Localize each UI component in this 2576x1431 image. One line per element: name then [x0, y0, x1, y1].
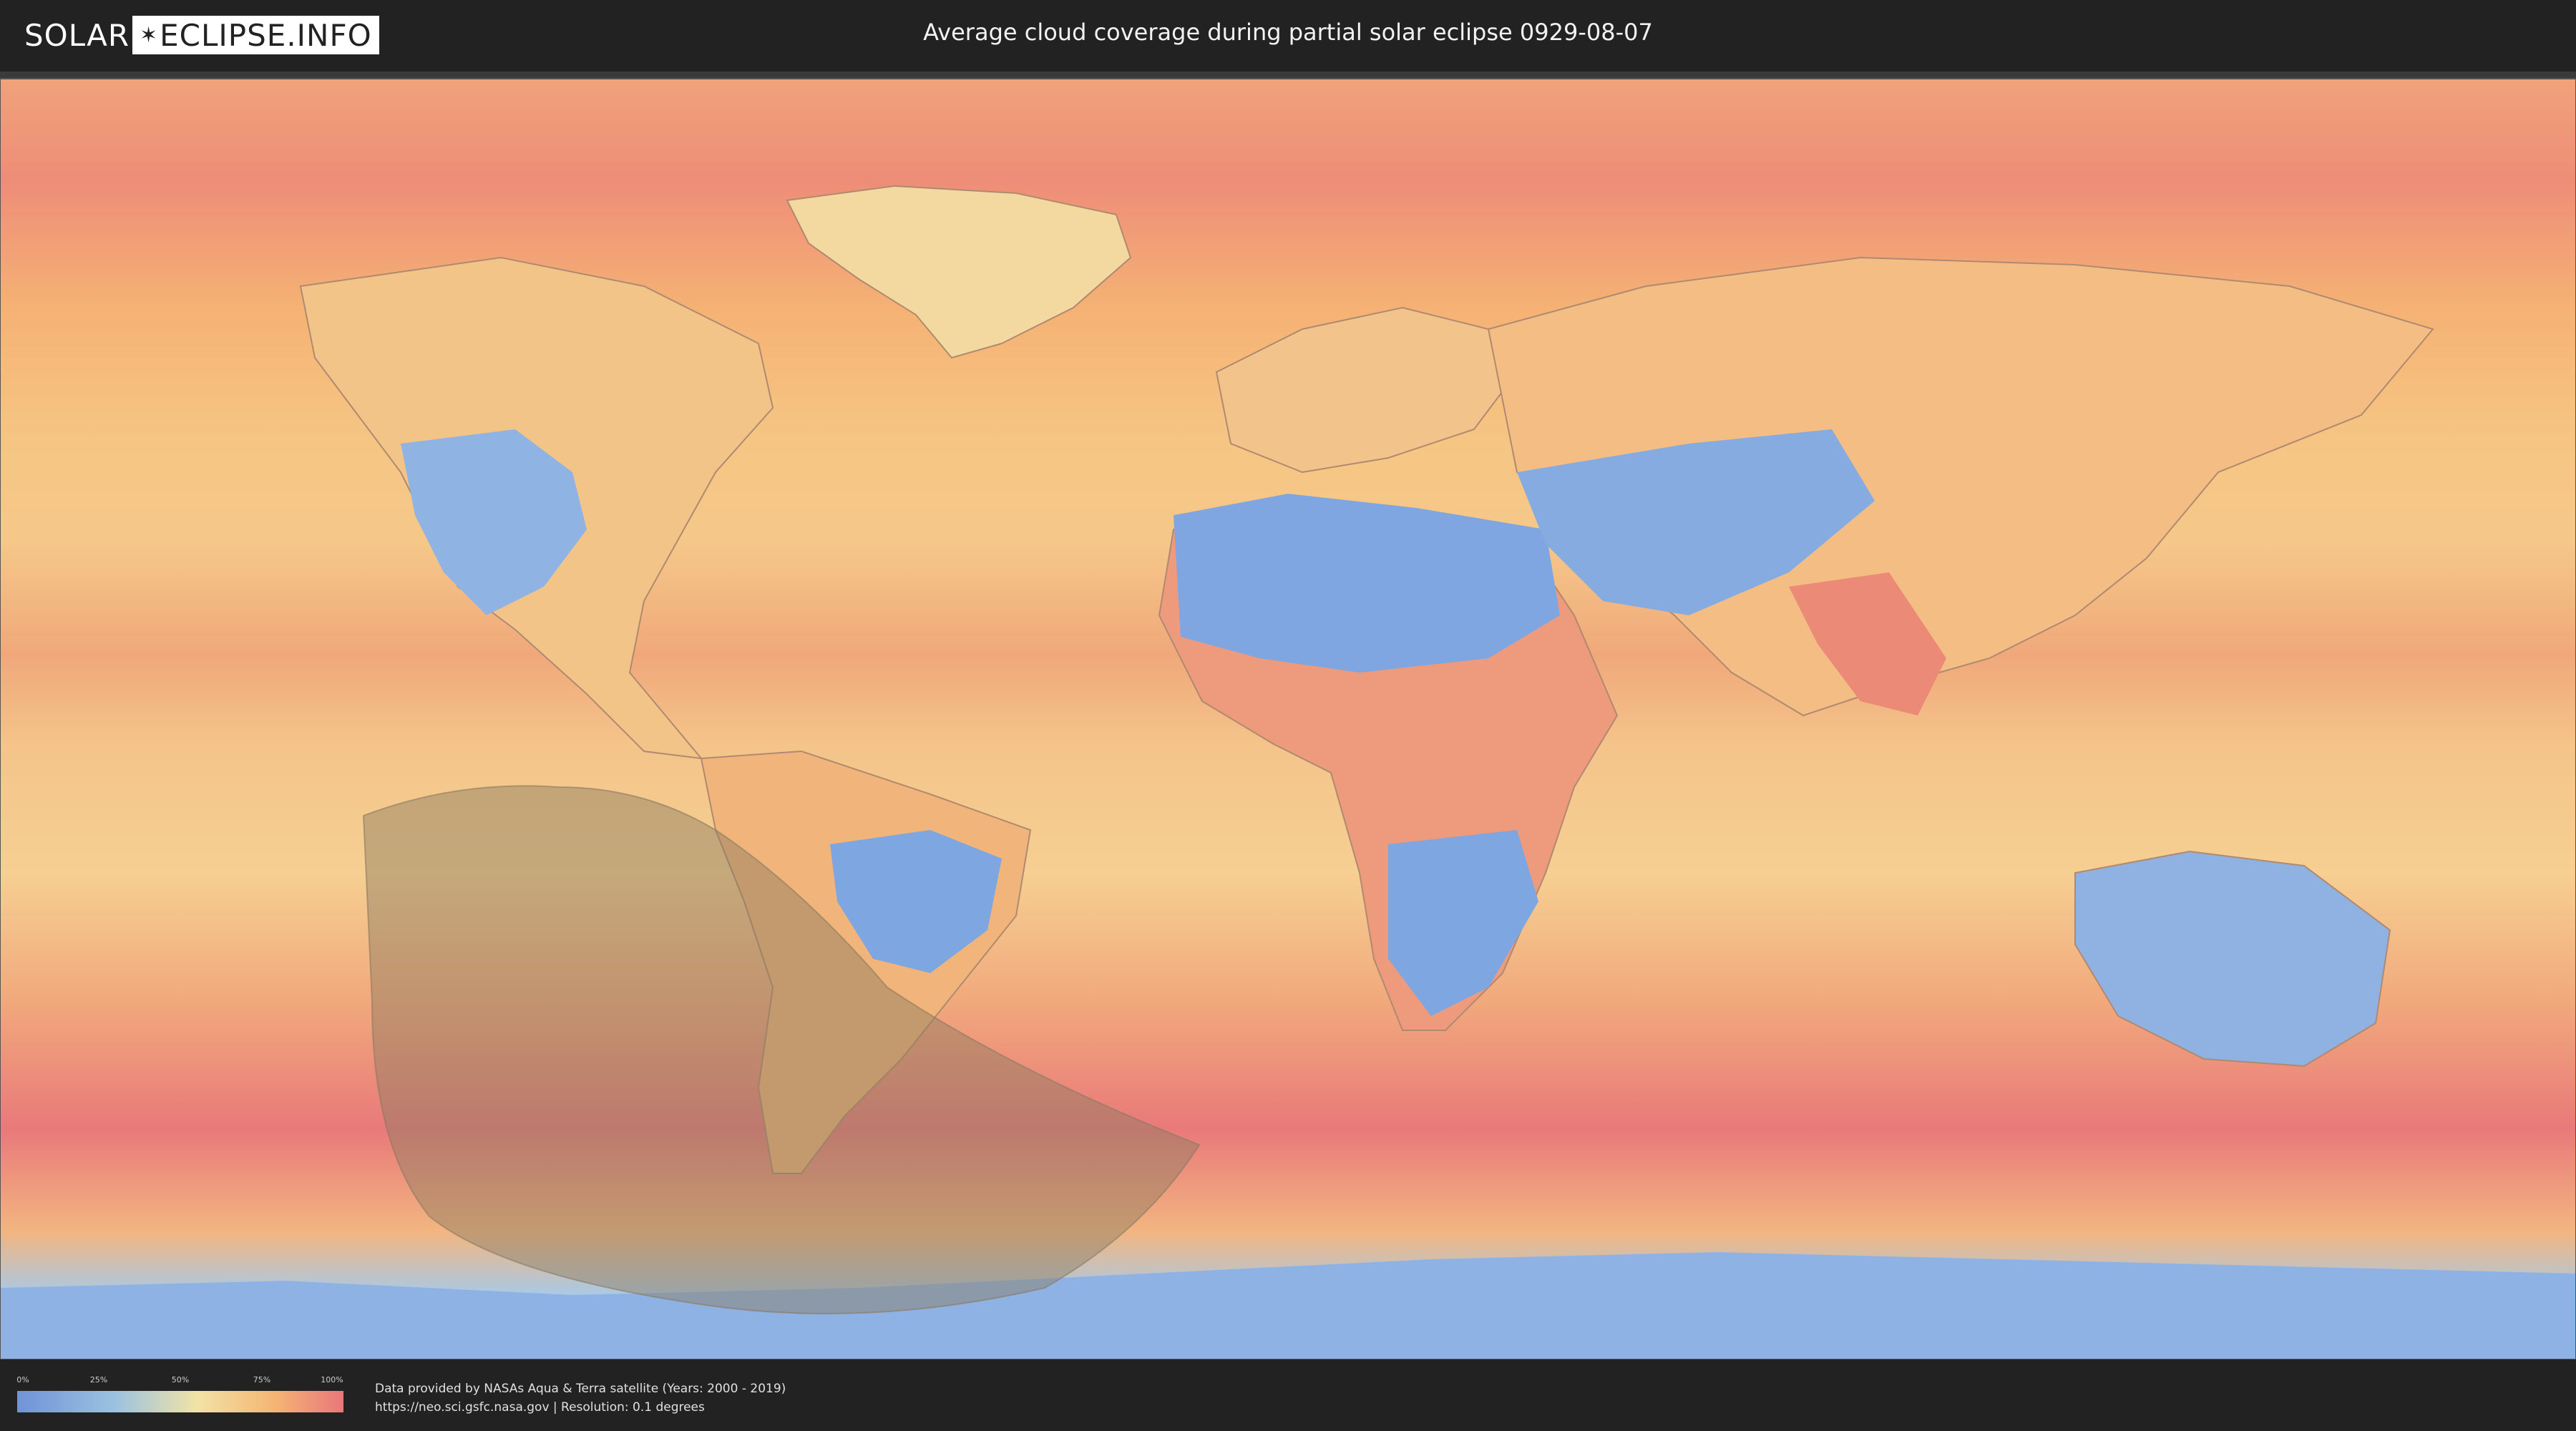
legend-tick-50: 50% [171, 1375, 190, 1384]
legend-tick-25: 25% [89, 1375, 108, 1384]
legend-color-bar [17, 1391, 343, 1412]
page-title: Average cloud coverage during partial so… [923, 19, 1653, 46]
world-map-svg [0, 78, 2576, 1359]
legend-tick-100: 100% [321, 1375, 343, 1384]
credits-line-2[interactable]: https://neo.sci.gsfc.nasa.gov | Resoluti… [375, 1398, 786, 1417]
cloud-coverage-legend: 0% 25% 50% 75% 100% [16, 1375, 343, 1415]
header-bar: SOLAR ✶ ECLIPSE.INFO Average cloud cover… [0, 0, 2576, 72]
legend-tick-0: 0% [16, 1375, 29, 1384]
legend-tick-75: 75% [253, 1375, 271, 1384]
credits-line-1: Data provided by NASAs Aqua & Terra sate… [375, 1382, 786, 1396]
cloud-coverage-map[interactable] [0, 72, 2576, 1359]
data-credits: Data provided by NASAs Aqua & Terra sate… [375, 1379, 786, 1417]
legend-ticks: 0% 25% 50% 75% 100% [16, 1375, 343, 1388]
